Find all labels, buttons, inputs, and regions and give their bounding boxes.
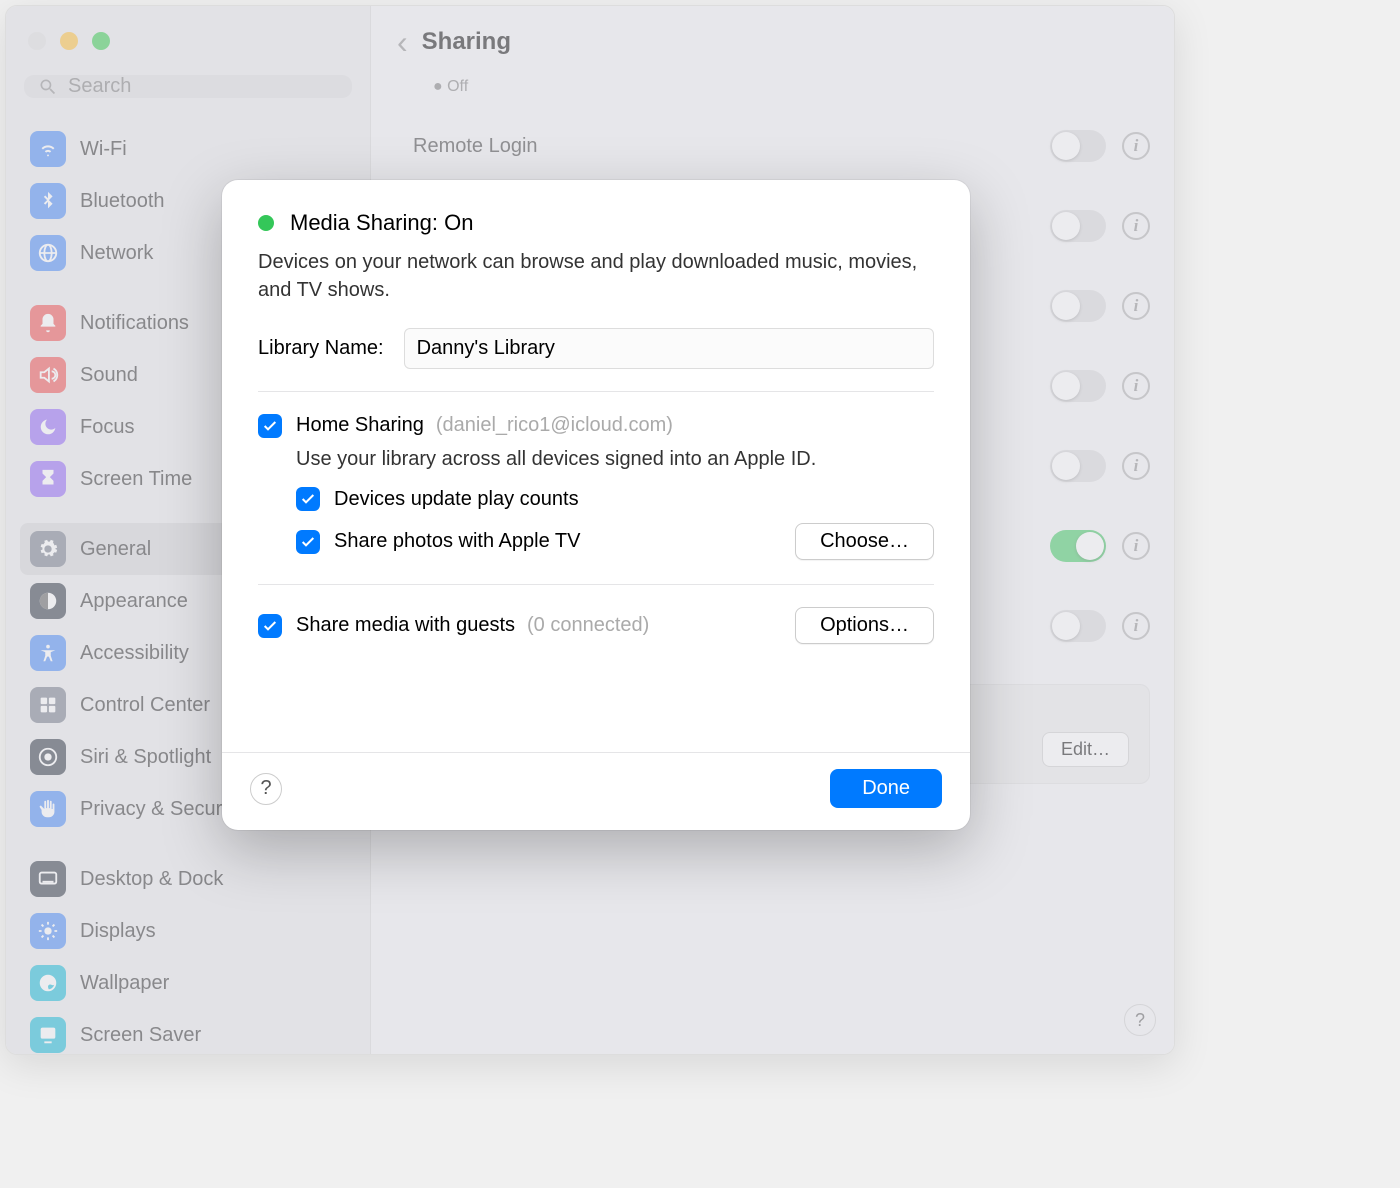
status-dot-icon bbox=[258, 215, 274, 231]
page-header: ‹ Sharing bbox=[371, 6, 1174, 78]
media-sharing-description: Devices on your network can browse and p… bbox=[258, 248, 934, 304]
sidebar-item-label: Screen Saver bbox=[80, 1024, 201, 1047]
divider bbox=[258, 391, 934, 392]
sidebar-item-label: Accessibility bbox=[80, 642, 189, 665]
service-toggle[interactable] bbox=[1050, 610, 1106, 642]
service-label: Remote Login bbox=[413, 135, 538, 158]
home-sharing-account: (daniel_rico1@icloud.com) bbox=[436, 414, 673, 437]
guest-options-button[interactable]: Options… bbox=[795, 607, 934, 644]
status-off-label: ● Off bbox=[371, 78, 1174, 106]
globe-icon bbox=[30, 235, 66, 271]
bell-icon bbox=[30, 305, 66, 341]
sidebar-item-label: Control Center bbox=[80, 694, 210, 717]
service-toggle[interactable] bbox=[1050, 370, 1106, 402]
sidebar-item-label: Notifications bbox=[80, 312, 189, 335]
sidebar-item-label: Appearance bbox=[80, 590, 188, 613]
update-play-counts-checkbox[interactable] bbox=[296, 487, 320, 511]
sidebar-item-wi-fi[interactable]: Wi-Fi bbox=[20, 123, 356, 175]
share-photos-checkbox[interactable] bbox=[296, 530, 320, 554]
search-input[interactable] bbox=[68, 75, 338, 98]
search-field[interactable] bbox=[24, 75, 352, 98]
service-toggle[interactable] bbox=[1050, 210, 1106, 242]
accessibility-icon bbox=[30, 635, 66, 671]
close-window-button[interactable] bbox=[28, 32, 46, 50]
media-sharing-status: Media Sharing: On bbox=[258, 210, 934, 236]
window-controls bbox=[6, 22, 370, 70]
sound-icon bbox=[30, 357, 66, 393]
display-icon bbox=[30, 913, 66, 949]
info-icon[interactable]: i bbox=[1122, 372, 1150, 400]
screensaver-icon bbox=[30, 1017, 66, 1053]
sidebar-item-label: Privacy & Security bbox=[80, 798, 242, 821]
home-sharing-label: Home Sharing bbox=[296, 414, 424, 437]
check-icon bbox=[300, 534, 316, 550]
sidebar-item-desktop-dock[interactable]: Desktop & Dock bbox=[20, 853, 356, 905]
sidebar-item-wallpaper[interactable]: Wallpaper bbox=[20, 957, 356, 1009]
service-toggle[interactable] bbox=[1050, 130, 1106, 162]
sharing-service-row: Remote Login i bbox=[371, 106, 1174, 186]
siri-icon bbox=[30, 739, 66, 775]
status-title: Media Sharing: On bbox=[290, 210, 473, 236]
library-name-label: Library Name: bbox=[258, 337, 384, 360]
control-icon bbox=[30, 687, 66, 723]
sidebar-item-screen-saver[interactable]: Screen Saver bbox=[20, 1009, 356, 1055]
guests-connected-count: (0 connected) bbox=[527, 614, 649, 637]
media-sharing-sheet: Media Sharing: On Devices on your networ… bbox=[222, 180, 970, 830]
sidebar-item-label: Network bbox=[80, 242, 153, 265]
minimize-window-button[interactable] bbox=[60, 32, 78, 50]
choose-photos-button[interactable]: Choose… bbox=[795, 523, 934, 560]
home-sharing-description: Use your library across all devices sign… bbox=[296, 448, 934, 471]
service-toggle[interactable] bbox=[1050, 530, 1106, 562]
info-icon[interactable]: i bbox=[1122, 612, 1150, 640]
edit-hostname-button[interactable]: Edit… bbox=[1042, 732, 1129, 767]
sidebar-item-label: Wallpaper bbox=[80, 972, 169, 995]
info-icon[interactable]: i bbox=[1122, 292, 1150, 320]
check-icon bbox=[262, 418, 278, 434]
check-icon bbox=[262, 618, 278, 634]
sidebar-item-label: General bbox=[80, 538, 151, 561]
info-icon[interactable]: i bbox=[1122, 212, 1150, 240]
hourglass-icon bbox=[30, 461, 66, 497]
info-icon[interactable]: i bbox=[1122, 132, 1150, 160]
hand-icon bbox=[30, 791, 66, 827]
service-toggle[interactable] bbox=[1050, 290, 1106, 322]
page-title: Sharing bbox=[422, 28, 511, 56]
gear-icon bbox=[30, 531, 66, 567]
home-sharing-checkbox[interactable] bbox=[258, 414, 282, 438]
sidebar-item-label: Displays bbox=[80, 920, 156, 943]
search-icon bbox=[38, 77, 58, 97]
sidebar-item-label: Siri & Spotlight bbox=[80, 746, 211, 769]
sidebar-item-label: Screen Time bbox=[80, 468, 192, 491]
dock-icon bbox=[30, 861, 66, 897]
sidebar-item-label: Bluetooth bbox=[80, 190, 165, 213]
done-button[interactable]: Done bbox=[830, 769, 942, 808]
share-with-guests-checkbox[interactable] bbox=[258, 614, 282, 638]
update-play-counts-label: Devices update play counts bbox=[334, 488, 579, 511]
help-button[interactable]: ? bbox=[250, 773, 282, 805]
info-icon[interactable]: i bbox=[1122, 452, 1150, 480]
sidebar-item-label: Focus bbox=[80, 416, 134, 439]
share-photos-label: Share photos with Apple TV bbox=[334, 530, 580, 553]
appearance-icon bbox=[30, 583, 66, 619]
wifi-icon bbox=[30, 131, 66, 167]
divider bbox=[258, 584, 934, 585]
sidebar-item-label: Desktop & Dock bbox=[80, 868, 223, 891]
moon-icon bbox=[30, 409, 66, 445]
info-icon[interactable]: i bbox=[1122, 532, 1150, 560]
library-name-input[interactable] bbox=[404, 328, 934, 369]
share-with-guests-label: Share media with guests bbox=[296, 614, 515, 637]
sidebar-item-displays[interactable]: Displays bbox=[20, 905, 356, 957]
check-icon bbox=[300, 491, 316, 507]
bluetooth-icon bbox=[30, 183, 66, 219]
service-toggle[interactable] bbox=[1050, 450, 1106, 482]
sidebar-item-label: Sound bbox=[80, 364, 138, 387]
back-button[interactable]: ‹ bbox=[397, 34, 408, 50]
wallpaper-icon bbox=[30, 965, 66, 1001]
sidebar-item-label: Wi-Fi bbox=[80, 138, 127, 161]
help-button-main[interactable]: ? bbox=[1124, 1004, 1156, 1036]
maximize-window-button[interactable] bbox=[92, 32, 110, 50]
